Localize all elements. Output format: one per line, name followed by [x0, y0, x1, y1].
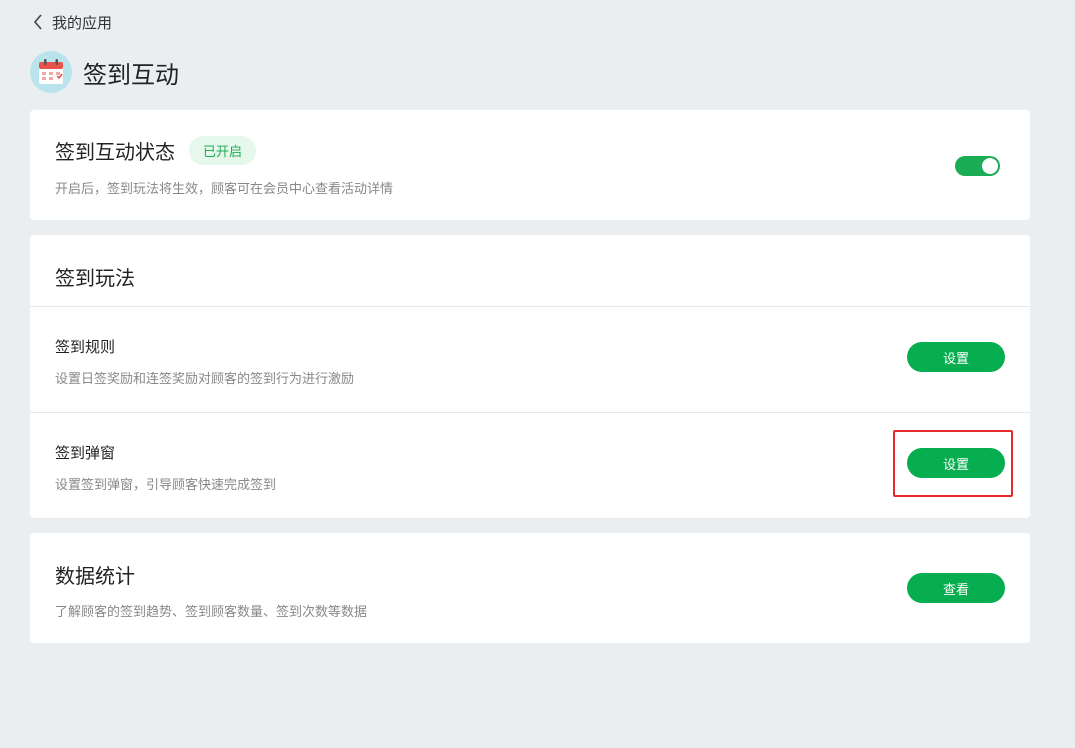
status-toggle[interactable]: [955, 156, 1000, 176]
status-title: 签到互动状态: [55, 140, 175, 164]
sign-rule-description: 设置日签奖励和连签奖励对顾客的签到行为进行激励: [55, 372, 355, 387]
stats-description: 了解顾客的签到趋势、签到顾客数量、签到次数等数据: [55, 605, 368, 620]
app-header: 签到互动: [30, 51, 179, 93]
page-title: 签到互动: [83, 60, 179, 89]
play-section-title: 签到玩法: [55, 266, 135, 290]
back-label: 我的应用: [52, 13, 113, 32]
calendar-icon: [30, 51, 72, 93]
stats-card: 数据统计 了解顾客的签到趋势、签到顾客数量、签到次数等数据 查看: [30, 533, 1030, 643]
status-badge: 已开启: [189, 136, 257, 165]
status-title-row: 签到互动状态 已开启: [55, 136, 257, 165]
sign-rule-settings-button[interactable]: 设置: [907, 342, 1005, 372]
divider: [30, 306, 1030, 307]
back-link[interactable]: 我的应用: [32, 12, 112, 32]
sign-rule-title: 签到规则: [55, 338, 116, 356]
sign-popup-description: 设置签到弹窗，引导顾客快速完成签到: [55, 478, 277, 493]
status-card: 签到互动状态 已开启 开启后，签到玩法将生效，顾客可在会员中心查看活动详情: [30, 110, 1030, 220]
chevron-left-icon: [33, 14, 42, 30]
play-card: 签到玩法 签到规则 设置日签奖励和连签奖励对顾客的签到行为进行激励 设置 签到弹…: [30, 235, 1030, 518]
highlight-box: [893, 430, 1013, 497]
stats-view-button[interactable]: 查看: [907, 573, 1005, 603]
sign-popup-title: 签到弹窗: [55, 444, 116, 462]
status-description: 开启后，签到玩法将生效，顾客可在会员中心查看活动详情: [55, 182, 394, 197]
toggle-knob: [982, 158, 998, 174]
stats-title: 数据统计: [55, 564, 135, 588]
divider: [30, 412, 1030, 413]
